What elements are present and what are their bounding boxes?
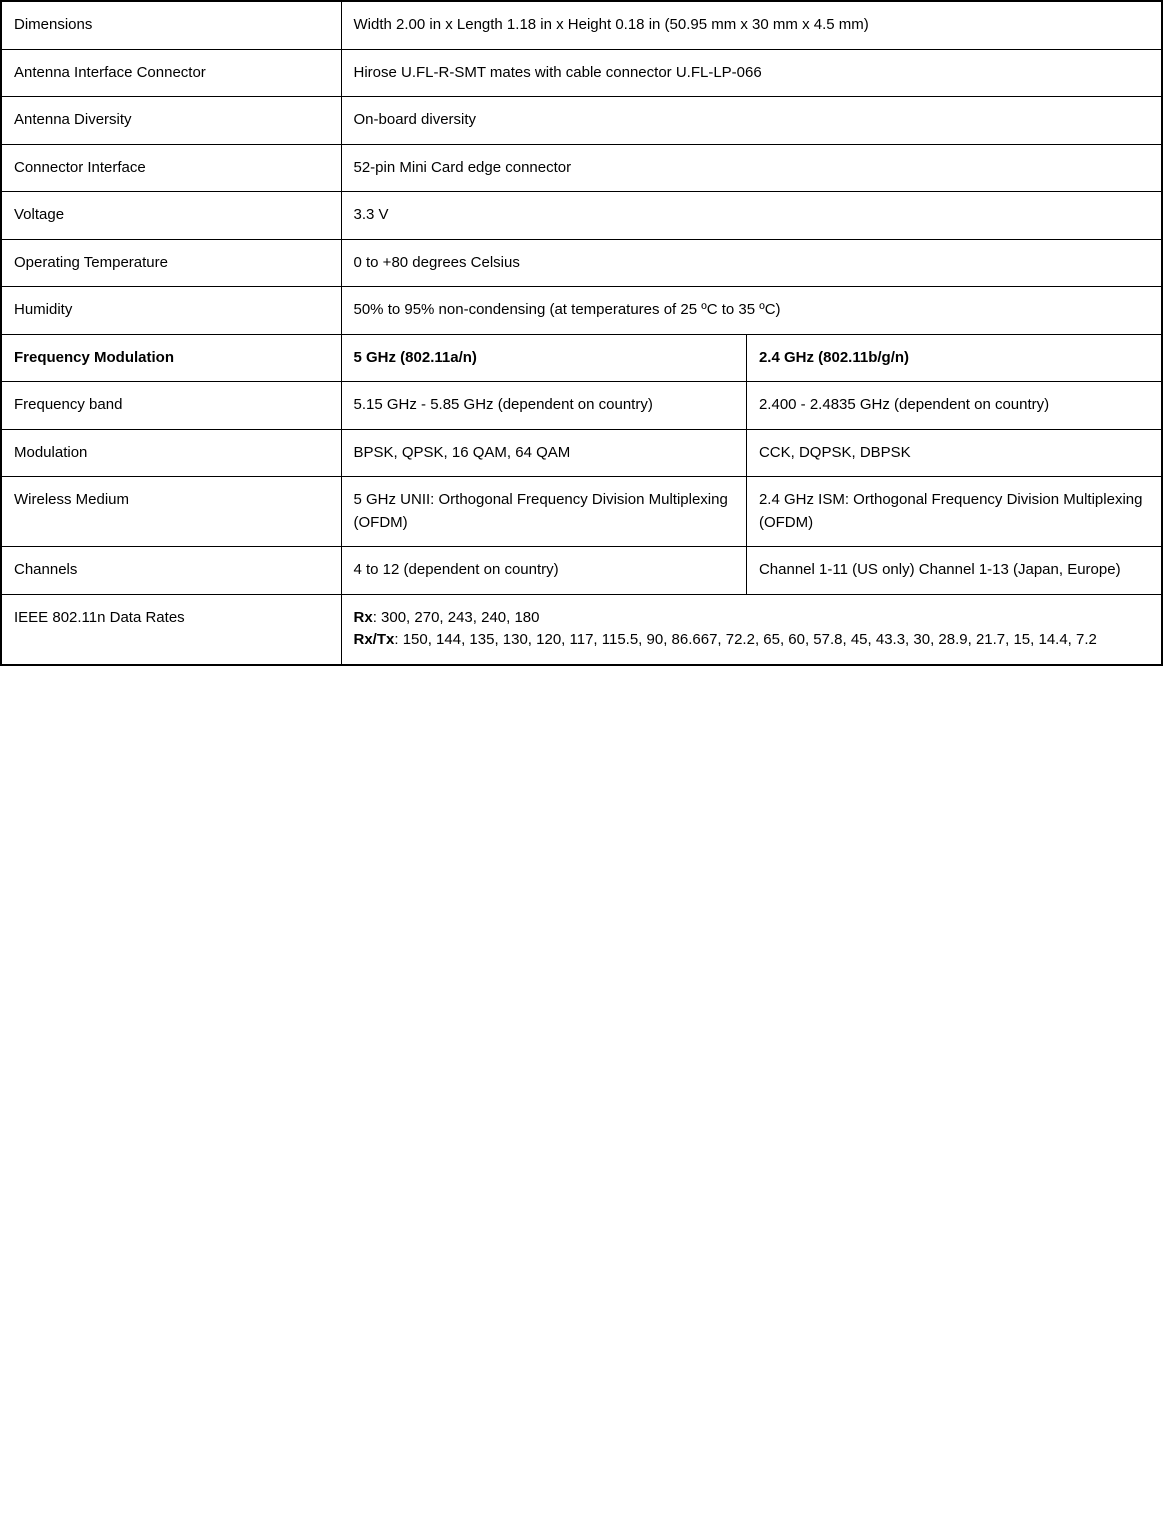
table-row: Wireless Medium5 GHz UNII: Orthogonal Fr…: [1, 477, 1162, 547]
row-value: Rx: 300, 270, 243, 240, 180Rx/Tx: 150, 1…: [341, 594, 1162, 665]
table-row: Antenna Interface ConnectorHirose U.FL-R…: [1, 49, 1162, 97]
table-row: Antenna DiversityOn-board diversity: [1, 97, 1162, 145]
row-label: IEEE 802.11n Data Rates: [1, 594, 341, 665]
row-label: Channels: [1, 547, 341, 595]
row-value: On-board diversity: [341, 97, 1162, 145]
row-label: Operating Temperature: [1, 239, 341, 287]
table-row: ModulationBPSK, QPSK, 16 QAM, 64 QAMCCK,…: [1, 429, 1162, 477]
table-row: Channels4 to 12 (dependent on country)Ch…: [1, 547, 1162, 595]
table-row: Connector Interface52-pin Mini Card edge…: [1, 144, 1162, 192]
row-value: 50% to 95% non-condensing (at temperatur…: [341, 287, 1162, 335]
row-col1: 5.15 GHz - 5.85 GHz (dependent on countr…: [341, 382, 746, 430]
table-header-row: Frequency Modulation5 GHz (802.11a/n)2.4…: [1, 334, 1162, 382]
row-col2: Channel 1-11 (US only) Channel 1-13 (Jap…: [746, 547, 1162, 595]
row-label: Voltage: [1, 192, 341, 240]
row-value: 0 to +80 degrees Celsius: [341, 239, 1162, 287]
specs-table: DimensionsWidth 2.00 in x Length 1.18 in…: [0, 0, 1163, 666]
row-value: 3.3 V: [341, 192, 1162, 240]
row-col1: BPSK, QPSK, 16 QAM, 64 QAM: [341, 429, 746, 477]
row-label: Wireless Medium: [1, 477, 341, 547]
row-label: Frequency band: [1, 382, 341, 430]
row-col2: 2.4 GHz ISM: Orthogonal Frequency Divisi…: [746, 477, 1162, 547]
table-row: Humidity50% to 95% non-condensing (at te…: [1, 287, 1162, 335]
row-label: Antenna Diversity: [1, 97, 341, 145]
row-label: Modulation: [1, 429, 341, 477]
row-label: Humidity: [1, 287, 341, 335]
row-label: Antenna Interface Connector: [1, 49, 341, 97]
row-col2: 2.400 - 2.4835 GHz (dependent on country…: [746, 382, 1162, 430]
table-row: Voltage3.3 V: [1, 192, 1162, 240]
table-row: DimensionsWidth 2.00 in x Length 1.18 in…: [1, 1, 1162, 49]
row-value: 52-pin Mini Card edge connector: [341, 144, 1162, 192]
table-row: IEEE 802.11n Data RatesRx: 300, 270, 243…: [1, 594, 1162, 665]
row-col1-header: 5 GHz (802.11a/n): [341, 334, 746, 382]
row-col2-header: 2.4 GHz (802.11b/g/n): [746, 334, 1162, 382]
row-label: Dimensions: [1, 1, 341, 49]
row-label: Connector Interface: [1, 144, 341, 192]
row-col1: 4 to 12 (dependent on country): [341, 547, 746, 595]
row-value: Hirose U.FL-R-SMT mates with cable conne…: [341, 49, 1162, 97]
table-row: Operating Temperature0 to +80 degrees Ce…: [1, 239, 1162, 287]
row-col1: 5 GHz UNII: Orthogonal Frequency Divisio…: [341, 477, 746, 547]
table-row: Frequency band5.15 GHz - 5.85 GHz (depen…: [1, 382, 1162, 430]
row-col2: CCK, DQPSK, DBPSK: [746, 429, 1162, 477]
row-label: Frequency Modulation: [1, 334, 341, 382]
row-value: Width 2.00 in x Length 1.18 in x Height …: [341, 1, 1162, 49]
